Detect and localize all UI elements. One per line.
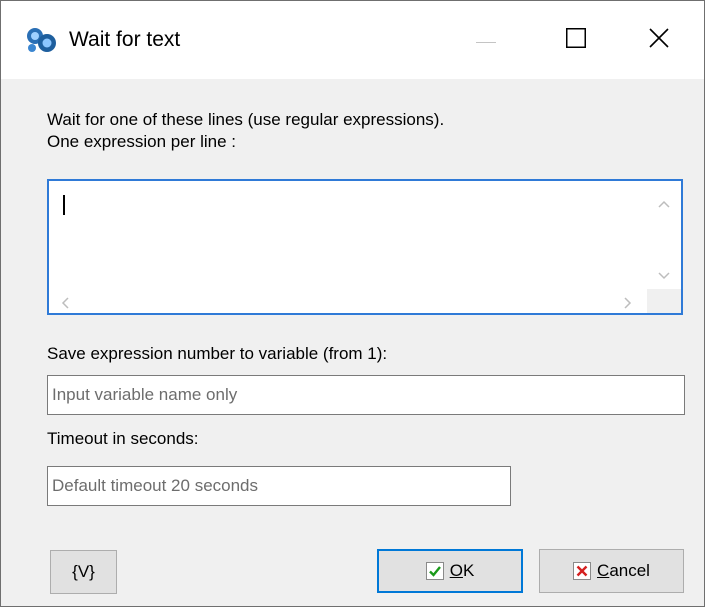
ok-button[interactable]: OK [377, 549, 523, 593]
app-icon [25, 24, 59, 54]
timeout-label: Timeout in seconds: [47, 429, 199, 448]
vertical-scrollbar[interactable] [647, 181, 681, 291]
expressions-textarea[interactable] [47, 179, 683, 315]
variables-button[interactable]: {V} [50, 550, 117, 594]
cross-icon [573, 562, 592, 580]
scrollbar-corner [647, 289, 681, 313]
instructions-line-2: One expression per line : [47, 132, 236, 151]
variable-name-input[interactable] [47, 375, 685, 415]
text-caret [63, 195, 65, 215]
scroll-left-icon[interactable] [61, 296, 69, 314]
minimize-button[interactable] [441, 1, 531, 79]
instructions-line-1: Wait for one of these lines (use regular… [47, 110, 445, 129]
scroll-up-icon[interactable] [658, 195, 670, 213]
close-icon [649, 27, 669, 53]
maximize-button[interactable] [531, 1, 621, 79]
minimize-icon [476, 31, 496, 49]
cancel-button[interactable]: Cancel [539, 549, 684, 593]
scroll-right-icon[interactable] [624, 296, 632, 314]
maximize-icon [566, 27, 586, 53]
horizontal-scrollbar[interactable] [49, 289, 647, 313]
close-button[interactable] [614, 1, 704, 79]
variables-button-label: {V} [72, 562, 95, 581]
wait-for-text-dialog: Wait for text Wait for one of these line… [0, 0, 705, 607]
timeout-input[interactable] [47, 466, 511, 506]
ok-button-label: OK [449, 561, 475, 580]
title-bar[interactable]: Wait for text [1, 1, 704, 79]
save-variable-label: Save expression number to variable (from… [47, 344, 388, 363]
scroll-down-icon[interactable] [658, 267, 670, 285]
window-title: Wait for text [69, 28, 181, 51]
cancel-button-label: Cancel [597, 561, 650, 580]
checkmark-icon [425, 562, 444, 580]
